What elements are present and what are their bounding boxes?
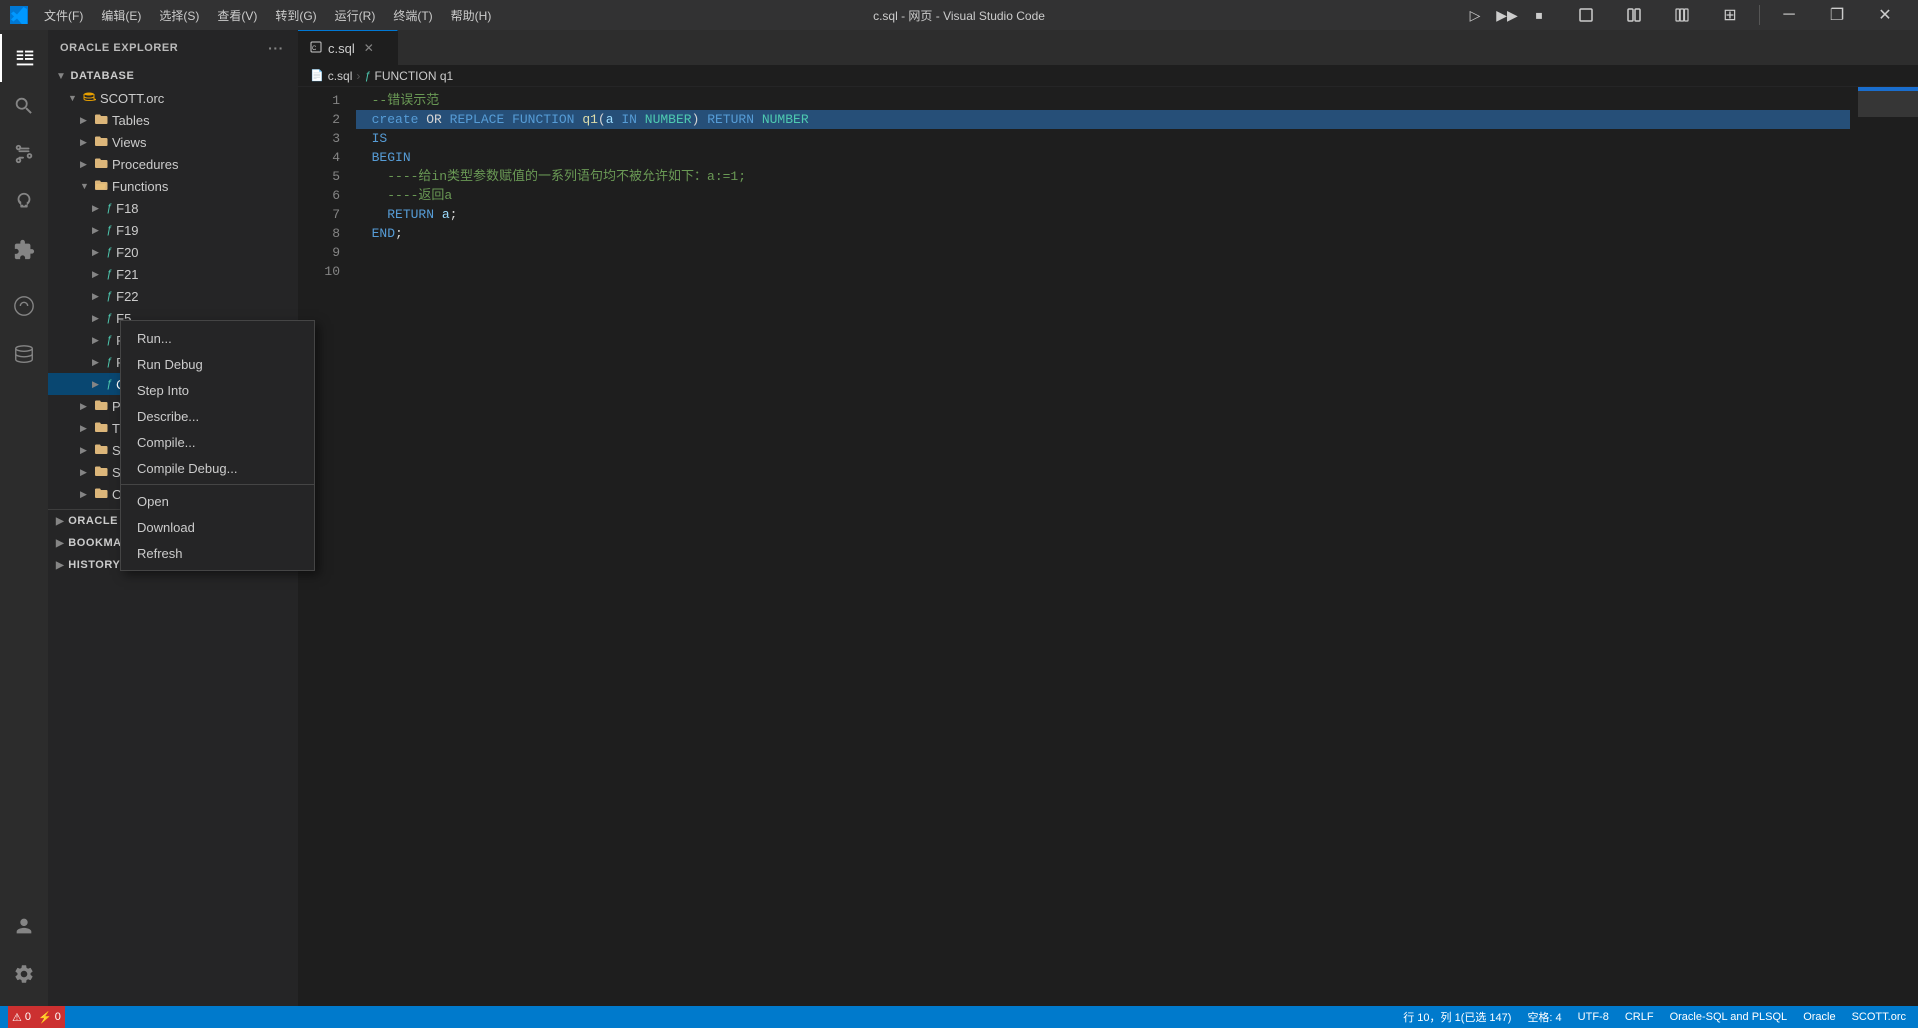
run-menu-item[interactable]: Run... <box>121 325 314 351</box>
refresh-menu-item[interactable]: Refresh <box>121 540 314 566</box>
open-menu-item[interactable]: Open <box>121 488 314 514</box>
compile-menu-item[interactable]: Compile... <box>121 429 314 455</box>
download-menu-item[interactable]: Download <box>121 514 314 540</box>
context-menu: Run... Run Debug Step Into Describe... C… <box>120 320 315 571</box>
context-menu-overlay: Run... Run Debug Step Into Describe... C… <box>0 0 1918 1028</box>
step-into-menu-item[interactable]: Step Into <box>121 377 314 403</box>
menu-separator-1 <box>121 484 314 485</box>
compile-debug-menu-item[interactable]: Compile Debug... <box>121 455 314 481</box>
run-debug-menu-item[interactable]: Run Debug <box>121 351 314 377</box>
describe-menu-item[interactable]: Describe... <box>121 403 314 429</box>
